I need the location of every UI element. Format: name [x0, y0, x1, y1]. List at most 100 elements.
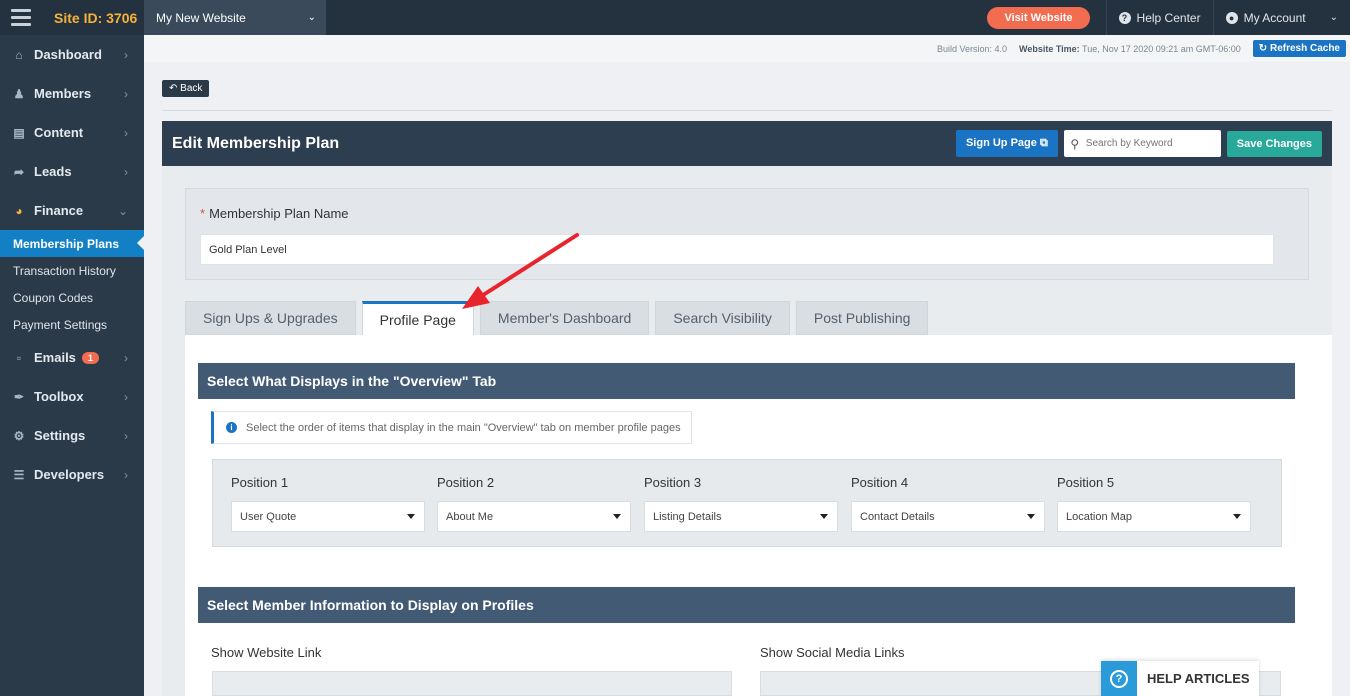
position-4-select[interactable]: Contact Details — [851, 501, 1045, 532]
caret-down-icon — [1027, 514, 1035, 519]
topbar-right: Visit Website ? Help Center ● My Account… — [987, 0, 1350, 35]
refresh-cache-button[interactable]: ↻ Refresh Cache — [1252, 40, 1346, 57]
site-id: Site ID: 3706 — [54, 9, 138, 26]
site-select[interactable]: My New Website ⌄ — [144, 0, 326, 35]
overview-info-text: Select the order of items that display i… — [246, 421, 681, 434]
tab-search-visibility[interactable]: Search Visibility — [655, 301, 790, 335]
sidebar-item-label: Content — [34, 125, 84, 140]
sidebar-item-label: Developers — [34, 467, 105, 482]
caret-down-icon — [820, 514, 828, 519]
sidebar-item-leads[interactable]: ➦ Leads › — [0, 152, 144, 191]
search-input[interactable] — [1085, 138, 1216, 149]
users-icon: ♟ — [13, 86, 25, 101]
folder-icon: ▤ — [13, 125, 25, 140]
sidebar-subitem-coupon-codes[interactable]: Coupon Codes — [0, 284, 144, 311]
overview-section-header: Select What Displays in the "Overview" T… — [198, 363, 1295, 399]
sidebar-item-label: Finance — [34, 203, 84, 218]
sidebar-item-settings[interactable]: ⚙ Settings › — [0, 416, 144, 455]
website-time: Website Time: Tue, Nov 17 2020 09:21 am … — [1019, 44, 1241, 54]
show-website-link-select[interactable] — [212, 671, 732, 696]
wrench-icon: ✒ — [13, 389, 25, 404]
position-5: Position 5 Location Map — [1057, 475, 1251, 532]
page-title: Edit Membership Plan — [172, 134, 340, 152]
sidebar-item-toolbox[interactable]: ✒ Toolbox › — [0, 377, 144, 416]
position-value: User Quote — [240, 510, 297, 523]
sidebar-item-label: Members — [34, 86, 92, 101]
position-4: Position 4 Contact Details — [851, 475, 1045, 532]
show-website-link-label: Show Website Link — [211, 645, 322, 660]
external-link-icon: ⧉ — [1039, 137, 1048, 149]
visit-website-button[interactable]: Visit Website — [987, 6, 1090, 29]
plan-name-section: * Membership Plan Name Gold Plan Level — [185, 188, 1309, 280]
panel-actions: Sign Up Page ⧉ ⚲ Save Changes — [955, 130, 1322, 157]
chevron-down-icon: ⌄ — [1329, 12, 1338, 23]
position-2-select[interactable]: About Me — [437, 501, 631, 532]
position-1-select[interactable]: User Quote — [231, 501, 425, 532]
chevron-right-icon: › — [124, 389, 128, 404]
sidebar-subitem-transaction-history[interactable]: Transaction History — [0, 257, 144, 284]
position-5-select[interactable]: Location Map — [1057, 501, 1251, 532]
save-changes-button[interactable]: Save Changes — [1226, 130, 1322, 157]
position-1: Position 1 User Quote — [231, 475, 425, 532]
chevron-right-icon: › — [124, 86, 128, 101]
caret-down-icon — [407, 514, 415, 519]
home-icon: ⌂ — [15, 47, 23, 62]
overview-info-note: i Select the order of items that display… — [211, 411, 692, 444]
sidebar-subitem-payment-settings[interactable]: Payment Settings — [0, 311, 144, 338]
question-icon: ? — [1118, 11, 1131, 24]
sliders-icon: ☰ — [13, 467, 25, 482]
plan-name-input[interactable]: Gold Plan Level — [200, 234, 1274, 265]
back-button[interactable]: ↶ Back — [162, 80, 210, 97]
website-time-label: Website Time: — [1019, 43, 1080, 54]
hamburger-menu-icon[interactable] — [0, 0, 42, 35]
site-select-value: My New Website — [156, 10, 246, 25]
plan-name-label-text: Membership Plan Name — [209, 206, 349, 221]
position-3-select[interactable]: Listing Details — [644, 501, 838, 532]
sidebar-item-label: Leads — [34, 164, 72, 179]
position-value: About Me — [446, 510, 494, 523]
inbox-icon: ▫ — [16, 350, 22, 365]
tab-post-publishing[interactable]: Post Publishing — [795, 301, 929, 335]
sidebar-item-emails[interactable]: ▫ Emails 1 › — [0, 338, 144, 377]
help-articles-widget[interactable]: ? HELP ARTICLES — [1101, 661, 1259, 696]
position-value: Listing Details — [653, 510, 722, 523]
sign-up-page-button[interactable]: Sign Up Page ⧉ — [955, 130, 1058, 157]
panel-header: Edit Membership Plan Sign Up Page ⧉ ⚲ Sa… — [162, 121, 1332, 166]
user-icon: ● — [1225, 11, 1238, 24]
show-social-links-label: Show Social Media Links — [760, 645, 905, 660]
refresh-cache-label: Refresh Cache — [1269, 43, 1340, 54]
position-2: Position 2 About Me — [437, 475, 631, 532]
caret-down-icon — [613, 514, 621, 519]
sidebar-item-dashboard[interactable]: ⌂ Dashboard › — [0, 35, 144, 74]
sidebar-subitem-membership-plans[interactable]: Membership Plans — [0, 230, 144, 257]
top-bar: Site ID: 3706 My New Website ⌄ Visit Web… — [0, 0, 1350, 35]
required-marker: * — [200, 206, 206, 221]
pie-chart-icon: ◕ — [15, 203, 23, 218]
tab-members-dashboard[interactable]: Member's Dashboard — [479, 301, 650, 335]
position-label: Position 2 — [437, 475, 495, 490]
tab-profile-page[interactable]: Profile Page — [361, 301, 474, 335]
sidebar-item-members[interactable]: ♟ Members › — [0, 74, 144, 113]
share-icon: ➦ — [13, 164, 25, 179]
chevron-right-icon: › — [124, 125, 128, 140]
sidebar-item-finance[interactable]: ◕ Finance ⌄ — [0, 191, 144, 230]
member-info-section-header: Select Member Information to Display on … — [198, 587, 1295, 623]
emails-count-badge: 1 — [81, 351, 99, 364]
back-label: Back — [180, 83, 203, 94]
positions-box: Position 1 User Quote Position 2 About M… — [212, 459, 1282, 547]
sidebar: ⌂ Dashboard › ♟ Members › ▤ Content › ➦ … — [0, 35, 144, 696]
build-info-bar: Build Version: 4.0 Website Time: Tue, No… — [144, 35, 1350, 62]
sign-up-page-label: Sign Up Page — [965, 137, 1037, 149]
sidebar-item-content[interactable]: ▤ Content › — [0, 113, 144, 152]
chevron-down-icon: ⌄ — [117, 203, 128, 218]
help-articles-label: HELP ARTICLES — [1147, 671, 1250, 686]
help-center-link[interactable]: ? Help Center — [1105, 0, 1213, 35]
sidebar-item-label: Emails — [34, 350, 76, 365]
position-label: Position 1 — [231, 475, 289, 490]
panel-body: * Membership Plan Name Gold Plan Level Si… — [162, 166, 1332, 696]
my-account-menu[interactable]: ● My Account ⌄ — [1212, 0, 1350, 35]
tab-content: Select What Displays in the "Overview" T… — [185, 335, 1332, 696]
position-value: Contact Details — [860, 510, 935, 523]
tab-sign-ups-upgrades[interactable]: Sign Ups & Upgrades — [185, 301, 356, 335]
sidebar-item-developers[interactable]: ☰ Developers › — [0, 455, 144, 494]
